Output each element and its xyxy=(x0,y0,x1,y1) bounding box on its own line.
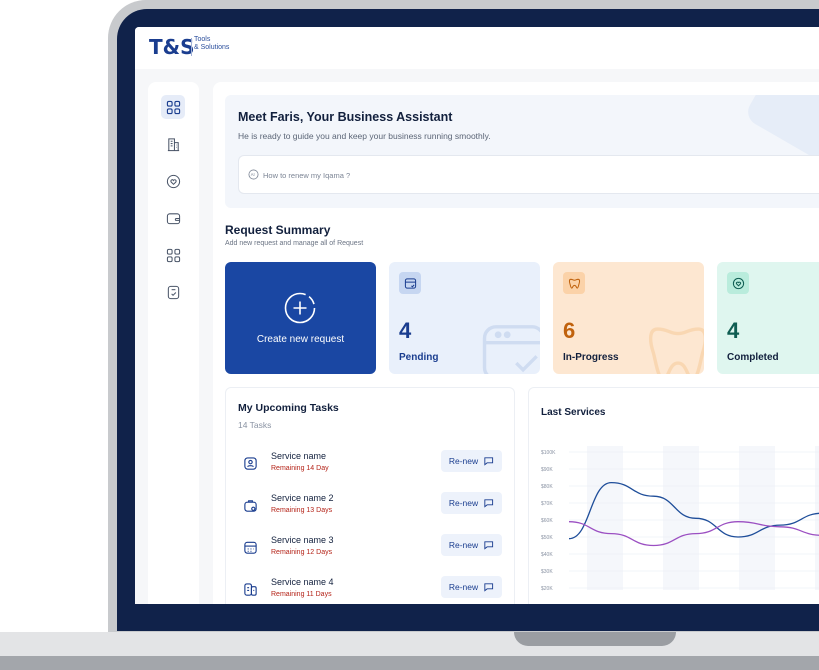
chat-icon xyxy=(484,583,494,592)
create-request-card[interactable]: Create new request xyxy=(225,262,376,374)
in-progress-bg-icon xyxy=(648,327,704,374)
sidebar-item-dashboard[interactable] xyxy=(161,95,185,119)
renew-label: Re-new xyxy=(448,498,479,508)
calendar-check-icon xyxy=(404,277,416,289)
chart-y-tick-label: $40K xyxy=(541,552,553,558)
task-name: Service name 3 xyxy=(271,535,334,545)
logo-text: Tools & Solutions xyxy=(194,36,229,52)
summary-subtitle: Add new request and manage all of Reques… xyxy=(225,240,364,247)
task-name: Service name 4 xyxy=(271,577,334,587)
files-icon xyxy=(244,583,257,596)
chart-y-tick-label: $90K xyxy=(541,467,553,473)
pending-label: Pending xyxy=(399,352,439,363)
completed-icon-box xyxy=(727,272,749,294)
assistant-search-box[interactable]: AI xyxy=(238,155,819,194)
wallet-icon xyxy=(166,212,180,224)
completed-count: 4 xyxy=(727,318,740,343)
chart-column-band xyxy=(587,446,623,590)
task-remaining: Remaining 13 Days xyxy=(271,507,333,514)
plus-circle-icon xyxy=(284,292,316,324)
svg-text:AI: AI xyxy=(251,172,255,177)
sidebar-item-services[interactable] xyxy=(161,243,185,267)
sidebar-item-wallet[interactable] xyxy=(161,206,185,230)
last-services-chart: $100K $90K $80K $70K $60K $50K $40K $30K $20K xyxy=(541,446,819,592)
calendar-icon xyxy=(244,541,257,554)
task-row: Service name 3 Remaining 12 Days Re-new xyxy=(226,533,516,567)
chart-column-band xyxy=(815,446,819,590)
chart-y-tick-label: $70K xyxy=(541,501,553,507)
task-name: Service name xyxy=(271,451,327,461)
chart-y-tick-label: $50K xyxy=(541,535,553,541)
chat-icon xyxy=(484,541,494,550)
in-progress-label: In-Progress xyxy=(563,352,619,363)
laptop-base-bottom xyxy=(0,656,819,670)
upcoming-tasks-panel: My Upcoming Tasks 14 Tasks Service name … xyxy=(225,387,515,604)
grid-icon xyxy=(166,100,180,114)
briefcase-icon xyxy=(244,500,257,512)
building-icon xyxy=(167,137,179,151)
heart-icon xyxy=(166,174,180,188)
tooth-icon xyxy=(568,278,580,289)
assistant-search-input[interactable] xyxy=(263,166,819,184)
task-name: Service name 2 xyxy=(271,493,334,503)
task-remaining: Remaining 12 Days xyxy=(271,549,333,556)
laptop-base xyxy=(0,632,819,656)
in-progress-card[interactable]: 6 In-Progress xyxy=(553,262,704,374)
completed-card[interactable]: 4 Completed xyxy=(717,262,819,374)
chart-y-tick-label: $100K xyxy=(541,450,556,456)
pending-count: 4 xyxy=(399,318,412,343)
renew-label: Re-new xyxy=(448,540,479,550)
task-row: Service name 2 Remaining 13 Days Re-new xyxy=(226,491,516,525)
renew-label: Re-new xyxy=(448,456,479,466)
create-request-label: Create new request xyxy=(256,334,345,345)
completed-label: Completed xyxy=(727,352,779,363)
sidebar-item-documents[interactable] xyxy=(161,280,185,304)
chart-column-band xyxy=(739,446,775,590)
tasks-count: 14 Tasks xyxy=(238,420,272,430)
renew-label: Re-new xyxy=(448,582,479,592)
sidebar-item-companies[interactable] xyxy=(161,132,185,156)
renew-button[interactable]: Re-new xyxy=(441,450,502,472)
pending-card[interactable]: 4 Pending xyxy=(389,262,540,374)
document-icon xyxy=(167,285,179,299)
renew-button[interactable]: Re-new xyxy=(441,534,502,556)
apps-icon xyxy=(166,248,180,262)
last-services-panel: Last Services $100K $90K $80K $70K $60K $50K $… xyxy=(528,387,819,604)
heart-circle-icon xyxy=(732,277,744,289)
task-remaining: Remaining 14 Day xyxy=(271,465,329,472)
renew-button[interactable]: Re-new xyxy=(441,576,502,598)
logo-mark[interactable]: T&S xyxy=(149,35,195,59)
chart-y-tick-label: $80K xyxy=(541,484,553,490)
assistant-title: Meet Faris, Your Business Assistant xyxy=(238,110,453,124)
top-bar: T&S Tools & Solutions xyxy=(135,27,819,69)
in-progress-icon-box xyxy=(563,272,585,294)
assistant-subtitle: He is ready to guide you and keep your b… xyxy=(238,131,491,141)
renew-button[interactable]: Re-new xyxy=(441,492,502,514)
ai-icon: AI xyxy=(248,169,259,180)
logo-divider xyxy=(191,38,192,56)
app-screen: T&S Tools & Solutions Meet Faris, Your B… xyxy=(135,27,819,604)
assistant-panel: Meet Faris, Your Business Assistant He i… xyxy=(225,95,819,208)
tasks-title: My Upcoming Tasks xyxy=(238,402,339,414)
in-progress-count: 6 xyxy=(563,318,576,343)
task-remaining: Remaining 11 Days xyxy=(271,591,332,598)
task-row: Service name Remaining 14 Day Re-new xyxy=(226,449,516,483)
chat-icon xyxy=(484,499,494,508)
sidebar-item-favorites[interactable] xyxy=(161,169,185,193)
logo-text-line2: & Solutions xyxy=(194,44,230,51)
chat-icon xyxy=(484,457,494,466)
id-card-icon xyxy=(244,457,257,470)
logo-text-line1: Tools xyxy=(194,36,211,43)
pending-icon-box xyxy=(399,272,421,294)
chart-y-tick-label: $20K xyxy=(541,586,553,592)
sidebar xyxy=(148,82,199,604)
chart-y-tick-label: $30K xyxy=(541,569,553,575)
chart-y-tick-label: $60K xyxy=(541,518,553,524)
pending-bg-icon xyxy=(482,325,540,374)
main-content: Meet Faris, Your Business Assistant He i… xyxy=(213,82,819,604)
laptop-notch xyxy=(514,632,676,646)
task-row: Service name 4 Remaining 11 Days Re-new xyxy=(226,575,516,604)
summary-title: Request Summary xyxy=(225,223,331,237)
